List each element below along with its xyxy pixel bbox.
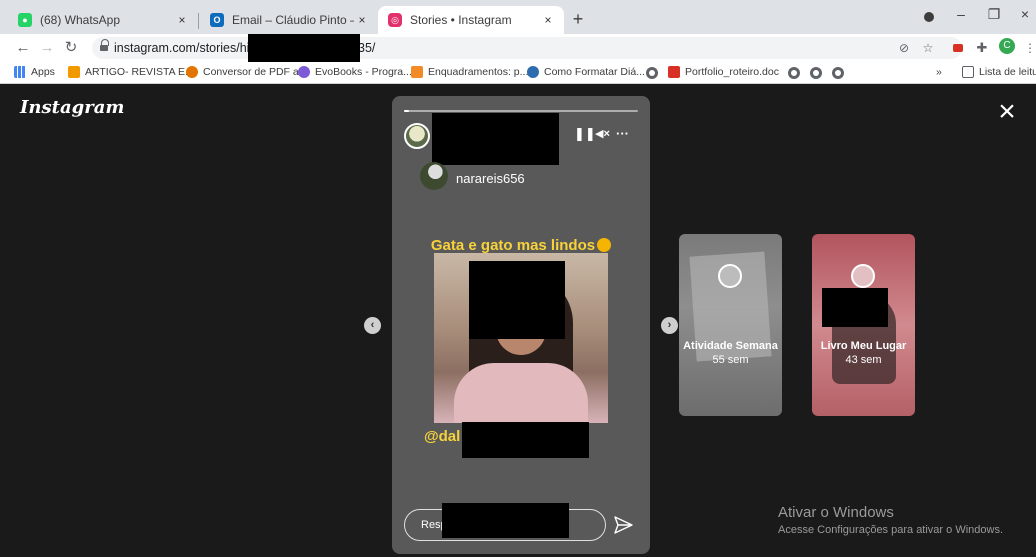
tab-outlook[interactable]: O Email – Cláudio Pinto – Outlook × <box>200 6 378 34</box>
folder-icon <box>68 66 80 78</box>
story-author-avatar[interactable] <box>404 123 430 149</box>
close-icon[interactable]: × <box>540 12 556 28</box>
evobooks-icon <box>298 66 310 78</box>
redaction-box <box>462 422 589 458</box>
bookmark-apps[interactable]: Apps <box>14 66 55 78</box>
bookmark-label: Portfolio_roteiro.doc <box>685 66 779 78</box>
previous-story-button[interactable]: ‹ <box>364 317 381 334</box>
enquadramentos-icon <box>411 66 423 78</box>
tab-separator <box>198 13 199 29</box>
windows-activation-title: Ativar o Windows <box>778 504 894 521</box>
redaction-box <box>822 288 888 327</box>
story-preview-livro[interactable]: Livro Meu Lugar 43 sem <box>812 234 915 416</box>
preview-title: Atividade Semana <box>683 340 778 352</box>
preview-time: 55 sem <box>712 354 749 366</box>
bookmarks-bar: Apps ARTIGO- REVISTA E... Conversor de P… <box>0 62 1036 84</box>
outlook-icon: O <box>210 13 224 27</box>
shared-username[interactable]: narareis656 <box>456 171 525 186</box>
camera-blocked-icon[interactable]: ⊘ <box>896 40 912 56</box>
url-text: instagram.com/stories/hi <box>114 41 250 55</box>
heart-eyes-emoji-icon <box>597 238 612 252</box>
close-story-icon[interactable]: × <box>994 97 1020 127</box>
bookmark-conversor-pdf[interactable]: Conversor de PDF a... <box>186 66 307 78</box>
instagram-icon: ◎ <box>388 13 402 27</box>
preview-avatar <box>718 264 742 288</box>
wordpress-icon <box>527 66 539 78</box>
bookmark-artigo[interactable]: ARTIGO- REVISTA E... <box>68 66 194 78</box>
mute-icon[interactable]: ◀× <box>595 126 610 142</box>
document-icon <box>668 66 680 78</box>
back-arrow-icon[interactable]: ← <box>14 39 32 57</box>
tab-title: Stories • Instagram <box>410 13 512 27</box>
story-caption: Gata e gato mas lindos <box>392 236 650 254</box>
instagram-logo[interactable]: Instagram <box>20 97 124 118</box>
tab-search-icon[interactable] <box>918 9 940 25</box>
address-bar[interactable]: instagram.com/stories/hi 35/ ⊘ ☆ <box>92 37 962 59</box>
bookmark-label: Conversor de PDF a... <box>203 66 308 78</box>
photo-body <box>454 363 588 423</box>
bookmark-label: ARTIGO- REVISTA E... <box>85 66 194 78</box>
pdf-converter-icon <box>186 66 198 78</box>
pause-icon[interactable]: ❚❚ <box>574 126 596 142</box>
maximize-button[interactable]: ❐ <box>983 6 1005 23</box>
minimize-button[interactable]: – <box>950 6 972 22</box>
reload-icon[interactable]: ↻ <box>62 39 80 57</box>
close-icon[interactable]: × <box>174 12 190 28</box>
window-close-button[interactable]: × <box>1014 6 1036 22</box>
globe-icon[interactable] <box>832 67 844 79</box>
globe-icon[interactable] <box>810 67 822 79</box>
bookmark-enquadramentos[interactable]: Enquadramentos: p... <box>411 66 528 78</box>
bookmark-label: EvoBooks - Progra... <box>315 66 412 78</box>
next-story-button[interactable]: › <box>661 317 678 334</box>
globe-icon[interactable] <box>788 67 800 79</box>
bookmark-star-icon[interactable]: ☆ <box>920 40 936 56</box>
tab-instagram-stories[interactable]: ◎ Stories • Instagram × <box>378 6 564 34</box>
apps-grid-icon <box>14 66 26 78</box>
extensions-puzzle-icon[interactable]: ✚ <box>974 40 990 56</box>
redaction-box <box>469 261 565 339</box>
redaction-box <box>442 503 569 538</box>
url-text-end: 35/ <box>358 41 376 55</box>
browser-toolbar: ← → ↻ instagram.com/stories/hi 35/ ⊘ ☆ ✚… <box>0 34 1036 62</box>
reading-list-icon <box>962 66 974 78</box>
bookmark-label: Como Formatar Diá... <box>544 66 645 78</box>
send-icon[interactable] <box>612 514 634 536</box>
extension-icon[interactable] <box>950 40 966 56</box>
more-options-icon[interactable]: ··· <box>616 126 629 142</box>
bookmark-label: Enquadramentos: p... <box>428 66 529 78</box>
story-progress-fill <box>404 110 409 112</box>
reading-list-button[interactable]: Lista de leitura <box>962 66 1036 78</box>
tab-strip: ● (68) WhatsApp × O Email – Cláudio Pint… <box>0 0 1036 34</box>
globe-icon[interactable] <box>646 67 658 79</box>
lock-icon <box>100 39 109 52</box>
windows-activation-subtitle: Acesse Configurações para ativar o Windo… <box>778 524 1003 536</box>
new-tab-button[interactable]: + <box>568 10 588 28</box>
mention-tag[interactable]: @dal <box>424 428 460 445</box>
bookmarks-overflow[interactable]: » <box>936 66 942 78</box>
profile-avatar[interactable]: C <box>999 38 1015 54</box>
story-preview-atividade[interactable]: Atividade Semana 55 sem <box>679 234 782 416</box>
tab-title: Email – Cláudio Pinto – Outlook <box>232 13 354 27</box>
tab-whatsapp[interactable]: ● (68) WhatsApp × <box>8 6 198 34</box>
forward-arrow-icon[interactable]: → <box>38 39 56 57</box>
bookmark-label: Apps <box>31 66 55 78</box>
preview-title: Livro Meu Lugar <box>820 340 907 352</box>
menu-kebab-icon[interactable]: ⋮ <box>1022 40 1036 56</box>
reading-list-label: Lista de leitura <box>979 66 1036 78</box>
tab-title: (68) WhatsApp <box>40 13 121 27</box>
preview-avatar <box>851 264 875 288</box>
whatsapp-icon: ● <box>18 13 32 27</box>
current-story[interactable]: ❚❚ ◀× ··· narareis656 Gata e gato mas li… <box>392 96 650 554</box>
bookmark-evobooks[interactable]: EvoBooks - Progra... <box>298 66 412 78</box>
redaction-box <box>248 34 360 62</box>
bookmark-como-formatar[interactable]: Como Formatar Diá... <box>527 66 645 78</box>
story-progress-bar <box>404 110 638 112</box>
close-icon[interactable]: × <box>354 12 370 28</box>
redaction-box <box>432 113 559 165</box>
caption-text: Gata e gato mas lindos <box>430 237 596 254</box>
stories-viewer: Instagram × ❚❚ ◀× ··· narareis656 Gata e… <box>0 85 1036 557</box>
shared-user-avatar <box>420 162 448 190</box>
bookmark-portfolio-roteiro[interactable]: Portfolio_roteiro.doc <box>668 66 779 78</box>
preview-time: 43 sem <box>845 354 882 366</box>
